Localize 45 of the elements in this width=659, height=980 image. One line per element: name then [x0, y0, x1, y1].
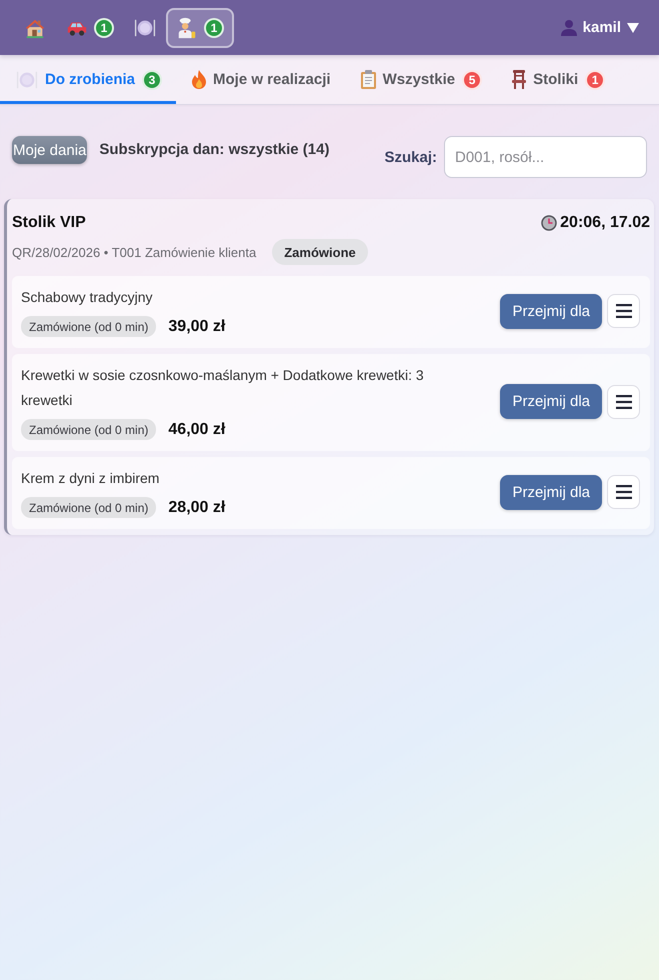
tab[interactable]: Moje w realizacji — [176, 55, 345, 104]
menu-button[interactable] — [607, 294, 640, 328]
dish-status: Zamówione (od 0 min) — [21, 419, 156, 440]
count-badge: 1 — [585, 70, 606, 90]
dish-price: 46,00 zł — [168, 420, 226, 438]
nav-button[interactable]: 1 — [56, 8, 124, 48]
dish-price: 28,00 zł — [168, 498, 226, 516]
take-over-button[interactable]: Przejmij dla — [500, 384, 602, 419]
tab[interactable]: Wszystkie 5 — [344, 55, 496, 104]
flame-icon — [192, 70, 206, 89]
my-dishes-button[interactable]: Moje dania — [12, 136, 88, 164]
count-badge: 3 — [142, 70, 162, 90]
nav-button[interactable]: 1 — [166, 8, 234, 48]
tab[interactable]: Stoliki 1 — [496, 55, 620, 104]
menu-button[interactable] — [607, 475, 640, 509]
menu-icon — [616, 394, 632, 408]
order-time: 20:06, 17.02 — [560, 214, 650, 232]
count-badge: 1 — [204, 18, 224, 38]
count-badge: 5 — [462, 70, 482, 90]
dish-status: Zamówione (od 0 min) — [21, 497, 156, 518]
menu-icon — [616, 485, 632, 499]
chair-icon — [512, 70, 526, 89]
cook-icon — [176, 16, 198, 38]
subscription-text: Subskrypcja dan: wszystkie (14) — [99, 140, 330, 158]
search-field[interactable]: D001, rosół... — [444, 136, 647, 178]
user-menu-button[interactable]: kamil — [560, 19, 639, 36]
take-over-button[interactable]: Przejmij dla — [500, 294, 602, 328]
dish-status: Zamówione (od 0 min) — [21, 316, 156, 337]
menu-icon — [616, 304, 632, 318]
order-title: Stolik VIP — [12, 214, 86, 232]
tab[interactable]: Do zrobienia 3 — [0, 55, 176, 104]
clock-icon — [541, 215, 558, 231]
dish-price: 39,00 zł — [168, 318, 226, 336]
order-status: Zamówione — [272, 239, 368, 265]
menu-button[interactable] — [607, 384, 640, 418]
dish-name: Krewetki w sosie czosnkowo-maślanym + Dodatkowe krewetki: 3 krewetki — [21, 366, 425, 410]
dish-name: Schabowy tradycyjny — [21, 288, 154, 307]
count-badge: 1 — [94, 18, 114, 38]
caret-icon — [627, 22, 639, 32]
clipboard-icon — [360, 70, 376, 89]
order-meta: QR/28/02/2026 • T001 Zamówienie klienta — [12, 244, 256, 260]
user-icon — [560, 19, 577, 36]
search-label: Szukaj: — [384, 148, 437, 166]
dish-name: Krem z dyni z imbirem — [21, 469, 160, 488]
take-over-button[interactable]: Przejmij dla — [500, 474, 602, 510]
